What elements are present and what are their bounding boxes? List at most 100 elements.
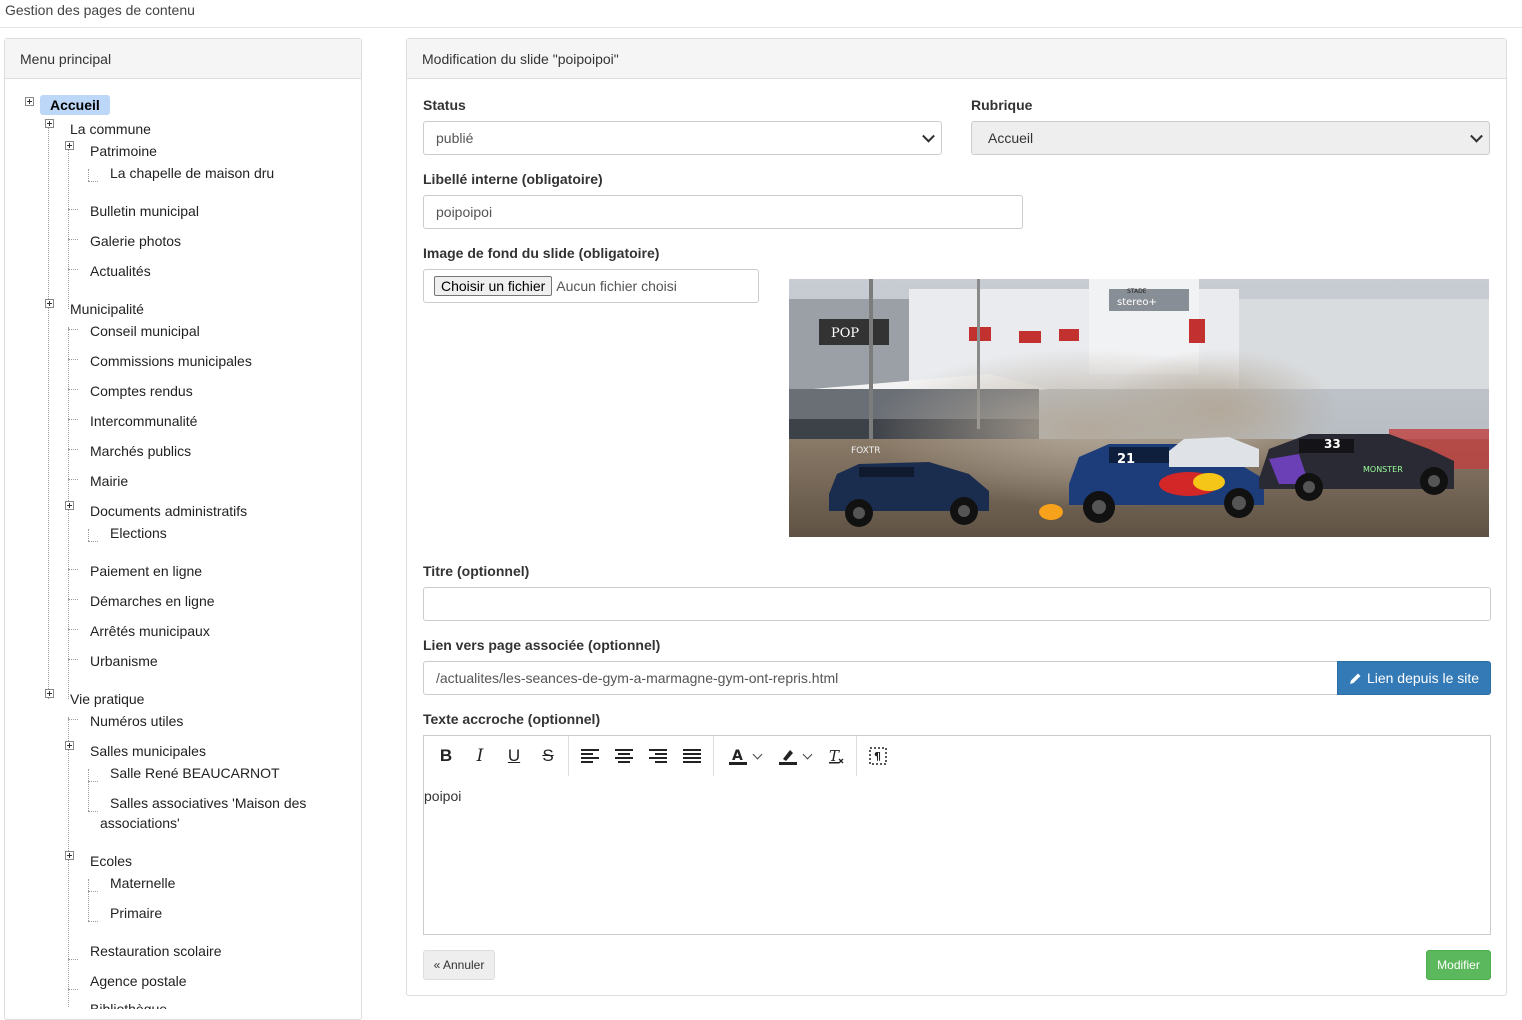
cancel-button[interactable]: « Annuler: [423, 950, 495, 980]
tree-line: [88, 921, 98, 922]
sign-stade: STADE: [1127, 288, 1147, 295]
align-justify-icon[interactable]: [680, 744, 704, 768]
rubrique-value: Accueil: [988, 130, 1034, 146]
tree-item-marches[interactable]: Marchés publics: [90, 443, 191, 459]
text-color-icon[interactable]: A: [724, 744, 766, 768]
pencil-icon: [1349, 673, 1361, 684]
tree-item-paiement[interactable]: Paiement en ligne: [90, 563, 202, 579]
tree-item-accueil[interactable]: Accueil: [40, 95, 110, 115]
tree-item-intercommunalite[interactable]: Intercommunalité: [90, 413, 197, 429]
tree-item-la-commune[interactable]: La commune: [70, 121, 151, 137]
show-blocks-icon[interactable]: ¶: [866, 744, 890, 768]
menu-tree: Accueil La commune Patrimoine La chapell…: [5, 79, 361, 1019]
expand-toggle-icon[interactable]: [65, 851, 74, 860]
tree-item-bulletin[interactable]: Bulletin municipal: [90, 203, 199, 219]
menu-panel: Menu principal Accueil La commune Patrim…: [4, 38, 362, 1020]
rubrique-select[interactable]: Accueil: [971, 121, 1490, 155]
clear-format-icon[interactable]: T: [824, 744, 848, 768]
tree-item-actualites[interactable]: Actualités: [90, 263, 151, 279]
tree-item-maternelle[interactable]: Maternelle: [110, 875, 175, 891]
expand-toggle-icon[interactable]: [45, 119, 54, 128]
titre-input[interactable]: [423, 587, 1491, 621]
tree-item-ecoles[interactable]: Ecoles: [90, 853, 132, 869]
tree-line: [68, 327, 69, 699]
submit-button[interactable]: Modifier: [1426, 950, 1491, 980]
tree-line: [68, 359, 78, 360]
svg-text:¶: ¶: [874, 750, 881, 763]
tree-item-conseil[interactable]: Conseil municipal: [90, 323, 200, 339]
editor-content[interactable]: poipoi: [424, 788, 461, 804]
tree-line: [88, 811, 98, 812]
tree-line: [68, 419, 78, 420]
libelle-label: Libellé interne (obligatoire): [423, 171, 603, 187]
tree-item-municipalite[interactable]: Municipalité: [70, 301, 144, 317]
chevron-down-icon: [1470, 129, 1483, 143]
tree-item-commissions[interactable]: Commissions municipales: [90, 353, 252, 369]
tree-item-salles[interactable]: Salles municipales: [90, 743, 206, 759]
sign-car-33: 33: [1324, 437, 1341, 451]
tree-line: [68, 719, 78, 720]
italic-icon[interactable]: I: [468, 744, 492, 768]
tree-item-primaire[interactable]: Primaire: [110, 905, 162, 921]
libelle-value: poipoipoi: [436, 204, 493, 220]
align-left-icon[interactable]: [578, 744, 602, 768]
expand-toggle-icon[interactable]: [25, 97, 34, 106]
tree-item-chapelle[interactable]: La chapelle de maison dru: [110, 165, 274, 181]
tree-item-demarches[interactable]: Démarches en ligne: [90, 593, 215, 609]
sign-stereo: stereo+: [1117, 297, 1157, 308]
tree-item-urbanisme[interactable]: Urbanisme: [90, 653, 158, 669]
titre-label: Titre (optionnel): [423, 563, 530, 579]
tree-item-numeros[interactable]: Numéros utiles: [90, 713, 183, 729]
tree-line: [68, 449, 78, 450]
tree-item-comptes-rendus[interactable]: Comptes rendus: [90, 383, 193, 399]
bold-icon[interactable]: B: [434, 744, 458, 768]
underline-icon[interactable]: U: [502, 744, 526, 768]
sign-car-21: 21: [1117, 452, 1135, 467]
tree-line: [48, 125, 49, 699]
tree-item-agence-postale[interactable]: Agence postale: [90, 973, 187, 989]
status-select[interactable]: publié: [423, 121, 942, 155]
tree-line: [68, 147, 69, 309]
tree-item-restauration[interactable]: Restauration scolaire: [90, 943, 222, 959]
toolbar-separator: [856, 736, 857, 776]
tree-line: [68, 479, 78, 480]
expand-toggle-icon[interactable]: [45, 299, 54, 308]
tree-item-patrimoine[interactable]: Patrimoine: [90, 143, 157, 159]
lien-input[interactable]: /actualites/les-seances-de-gym-a-marmagn…: [423, 661, 1338, 695]
accroche-label: Texte accroche (optionnel): [423, 711, 601, 727]
strikethrough-icon[interactable]: S: [536, 744, 560, 768]
expand-toggle-icon[interactable]: [65, 501, 74, 510]
slide-image-preview: POP stereo+ STADE FOXTR 21 33 MONSTER: [789, 279, 1489, 537]
choose-file-button[interactable]: Choisir un fichier: [434, 276, 553, 296]
tree-item-vie-pratique[interactable]: Vie pratique: [70, 691, 144, 707]
libelle-input[interactable]: poipoipoi: [423, 195, 1023, 229]
link-from-site-button[interactable]: Lien depuis le site: [1337, 661, 1491, 695]
expand-toggle-icon[interactable]: [45, 689, 54, 698]
tree-item-elections[interactable]: Elections: [110, 525, 167, 541]
tree-line: [68, 239, 78, 240]
tree-line: [68, 209, 78, 210]
align-right-icon[interactable]: [646, 744, 670, 768]
align-center-icon[interactable]: [612, 744, 636, 768]
rich-text-editor[interactable]: B I U S A T ¶ poipoi: [423, 735, 1491, 935]
highlight-icon[interactable]: [774, 744, 816, 768]
tree-item-galerie[interactable]: Galerie photos: [90, 233, 181, 249]
tree-item-salle-beaucarnot[interactable]: Salle René BEAUCARNOT: [110, 765, 280, 781]
tree-item-mairie[interactable]: Mairie: [90, 473, 128, 489]
lien-label: Lien vers page associée (optionnel): [423, 637, 661, 653]
tree-line: [68, 569, 78, 570]
tree-line: [88, 879, 89, 921]
image-file-input[interactable]: Choisir un fichier Aucun fichier choisi: [423, 269, 759, 303]
edit-form-panel: Modification du slide "poipoipoi" Status…: [406, 38, 1507, 996]
status-value: publié: [436, 130, 474, 146]
tree-line: [88, 769, 89, 811]
tree-line: [88, 169, 89, 181]
tree-item-salles-associatives[interactable]: Salles associatives 'Maison des: [110, 795, 306, 811]
expand-toggle-icon[interactable]: [65, 741, 74, 750]
tree-item-salles-associatives-cont[interactable]: associations': [100, 815, 180, 831]
image-label: Image de fond du slide (obligatoire): [423, 245, 660, 261]
tree-item-arretes[interactable]: Arrêtés municipaux: [90, 623, 210, 639]
expand-toggle-icon[interactable]: [65, 141, 74, 150]
tree-item-documents[interactable]: Documents administratifs: [90, 503, 247, 519]
chevron-down-icon: [922, 129, 935, 143]
